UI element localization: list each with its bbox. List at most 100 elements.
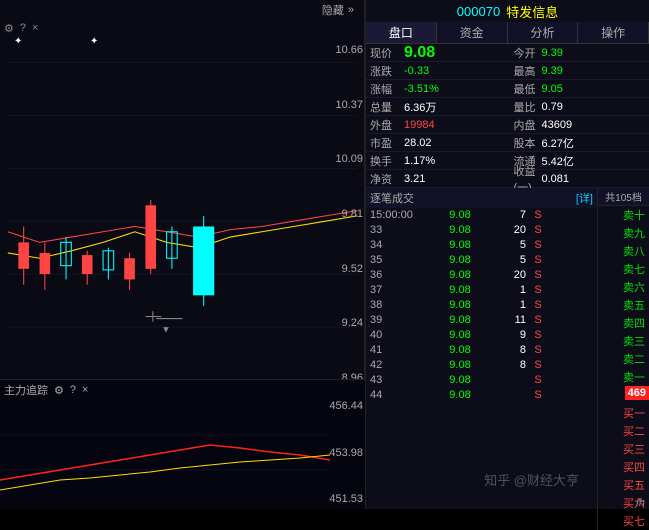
bookval-label: 股本 — [512, 135, 540, 151]
trans-row-1: 33 9.08 20 S — [366, 223, 597, 238]
trans-row-7: 39 9.08 11 S — [366, 313, 597, 328]
trans-rownum-1: 33 — [366, 224, 434, 236]
corner-badge: 469 — [625, 386, 649, 400]
indicator-chart — [0, 400, 330, 505]
trans-type-5: S — [526, 284, 550, 296]
price-label: 现价 — [366, 45, 402, 61]
buy-three: 买三 — [598, 440, 649, 458]
price-label-4: 9.81 — [335, 208, 363, 220]
trans-row-2: 34 9.08 5 S — [366, 238, 597, 253]
pe-val: 28.02 — [402, 137, 512, 149]
indicator-label: 主力追踪 — [4, 382, 48, 398]
sell-two: 卖二 — [598, 350, 649, 368]
circ-val: 5.42亿 — [540, 153, 649, 169]
trans-type-9: S — [526, 344, 550, 356]
indicator-gear-icon[interactable]: ⚙ — [54, 384, 64, 397]
trans-vol-8: 9 — [486, 329, 526, 341]
pe-label: 市盈 — [366, 135, 402, 151]
trans-rownum-12: 44 — [366, 389, 434, 401]
bottom-text: Ih — [636, 497, 645, 509]
current-price: 9.08 — [402, 44, 512, 62]
tab-bar: 盘口 资金 分析 操作 — [366, 22, 649, 44]
trans-rownum-2: 34 — [366, 239, 434, 251]
trans-row-12: 44 9.08 S — [366, 388, 597, 403]
netassets-label: 净资 — [366, 171, 402, 187]
totalvol-label: 总量 — [366, 99, 402, 115]
tab-operation[interactable]: 操作 — [578, 22, 649, 43]
trans-row-5: 37 9.08 1 S — [366, 283, 597, 298]
vol-badge: 共105档 — [598, 188, 649, 206]
trans-rownum-10: 42 — [366, 359, 434, 371]
indicator-price-labels: 456.44 453.98 451.53 — [329, 400, 363, 505]
outervol-val: 19984 — [402, 119, 512, 131]
trans-time-0: 15:00:00 — [366, 209, 434, 221]
sell-six: 卖六 — [598, 278, 649, 296]
indicator-price-1: 456.44 — [329, 400, 363, 412]
trans-type-0: S — [526, 209, 550, 221]
indicator-price-2: 453.98 — [329, 447, 363, 459]
changepct-val: -3.51% — [402, 83, 512, 95]
stock-header: 000070 特发信息 — [366, 0, 649, 22]
indicator-question-icon[interactable]: ? — [70, 384, 76, 396]
buy-four: 买四 — [598, 458, 649, 476]
trans-vol-6: 1 — [486, 299, 526, 311]
trans-rownum-3: 35 — [366, 254, 434, 266]
indicator-close-icon[interactable]: × — [82, 384, 88, 396]
netassets-row: 净资 3.21 收益(一) 0.081 — [366, 170, 649, 188]
buy-one: 买一 — [598, 404, 649, 422]
trans-price-9: 9.08 — [434, 344, 486, 356]
trans-row-0: 15:00:00 9.08 7 S — [366, 208, 597, 223]
trans-price-3: 9.08 — [434, 254, 486, 266]
detail-link[interactable]: [详] — [576, 190, 593, 206]
trans-price-12: 9.08 — [434, 389, 486, 401]
trans-row-9: 41 9.08 8 S — [366, 343, 597, 358]
trans-vol-5: 1 — [486, 284, 526, 296]
hide-label[interactable]: 隐藏 — [322, 2, 344, 18]
ma-line-2 — [8, 211, 357, 243]
volratio-label: 量比 — [512, 99, 540, 115]
tab-capital[interactable]: 资金 — [437, 22, 508, 43]
trans-price-5: 9.08 — [434, 284, 486, 296]
stock-info-area: 现价 9.08 今开 9.39 涨跌 -0.33 最高 9.39 涨幅 -3.5… — [366, 44, 649, 188]
trans-vol-9: 8 — [486, 344, 526, 356]
turnover-row: 换手 1.17% 流通 5.42亿 — [366, 152, 649, 170]
outervol-label: 外盘 — [366, 117, 402, 133]
trans-vol-7: 11 — [486, 314, 526, 326]
ma-line — [8, 216, 357, 258]
trans-price-7: 9.08 — [434, 314, 486, 326]
trans-type-12: S — [526, 389, 550, 401]
sell-ten: 卖十 — [598, 206, 649, 224]
trans-row-10: 42 9.08 8 S — [366, 358, 597, 373]
pe-row: 市盈 28.02 股本 6.27亿 — [366, 134, 649, 152]
price-label-6: 9.24 — [335, 317, 363, 329]
stock-code: 000070 — [457, 4, 500, 19]
price-labels: 10.66 10.37 10.09 9.81 9.52 9.24 8.96 — [335, 44, 363, 384]
trans-type-7: S — [526, 314, 550, 326]
trans-price-10: 9.08 — [434, 359, 486, 371]
innervol-val: 43609 — [540, 119, 649, 131]
trans-rownum-6: 38 — [366, 299, 434, 311]
svg-text:▼: ▼ — [161, 324, 170, 335]
trans-rownum-11: 43 — [366, 374, 434, 386]
left-chart-panel: 隐藏 » ⚙ ? × ✦ ✦ — [0, 0, 365, 509]
innervol-label: 内盘 — [512, 117, 540, 133]
vol-row: 总量 6.36万 量比 0.79 — [366, 98, 649, 116]
sell-eight: 卖八 — [598, 242, 649, 260]
transaction-title: 逐笔成交 — [370, 190, 414, 206]
trans-vol-1: 20 — [486, 224, 526, 236]
trans-type-3: S — [526, 254, 550, 266]
trans-price-8: 9.08 — [434, 329, 486, 341]
sell-four: 卖四 — [598, 314, 649, 332]
trans-type-6: S — [526, 299, 550, 311]
price-row: 现价 9.08 今开 9.39 — [366, 44, 649, 62]
trans-row-8: 40 9.08 9 S — [366, 328, 597, 343]
price-label-1: 10.66 — [335, 44, 363, 56]
tab-pankou[interactable]: 盘口 — [366, 22, 437, 43]
trans-vol-0: 7 — [486, 209, 526, 221]
tab-analysis[interactable]: 分析 — [508, 22, 579, 43]
dividend-val: 0.081 — [540, 173, 649, 185]
buy-five: 买五 — [598, 476, 649, 494]
order-ladder: 共105档 卖十 卖九 卖八 卖七 卖六 卖五 卖四 卖三 卖二 卖一 469 … — [597, 188, 649, 530]
low-val: 9.05 — [540, 83, 649, 95]
change-val: -0.33 — [402, 65, 512, 77]
